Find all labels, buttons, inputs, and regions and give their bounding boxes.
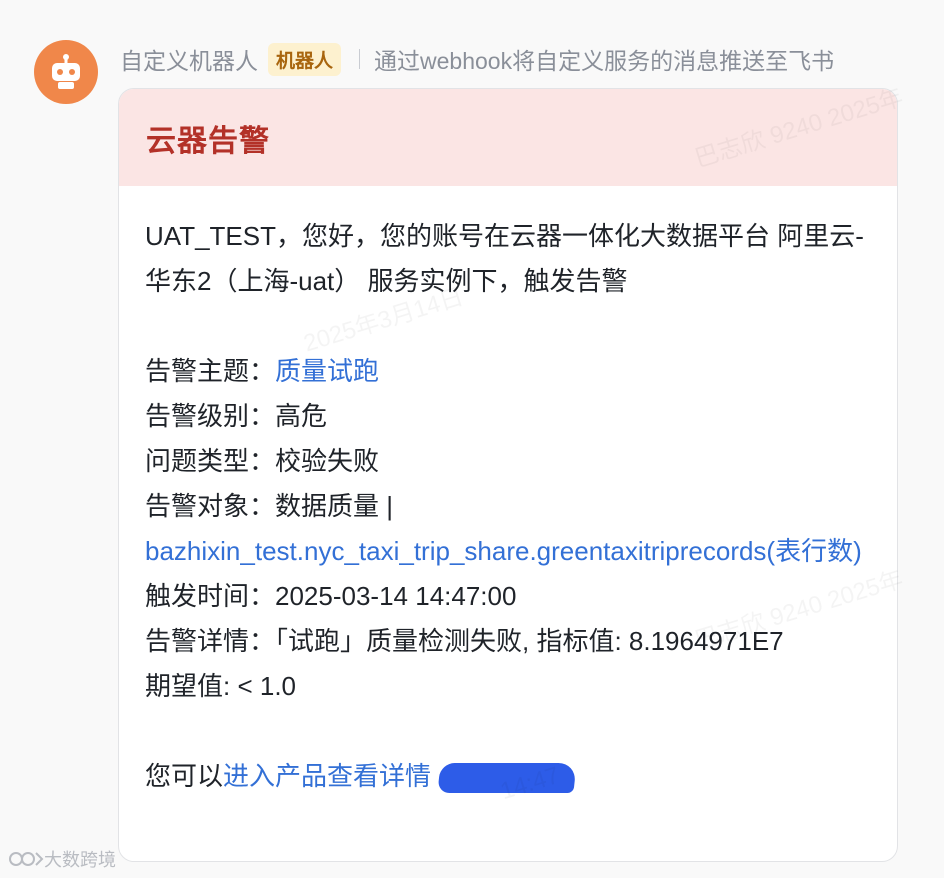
- view-details-link[interactable]: 进入产品查看详情: [223, 761, 431, 791]
- field-detail: 告警详情：「试跑」质量检测失败, 指标值: 8.1964971E7: [145, 619, 871, 664]
- field-object-link-row: bazhixin_test.nyc_taxi_trip_share.greent…: [145, 529, 871, 574]
- field-issue-type: 问题类型：校验失败: [145, 439, 871, 484]
- time-label: 触发时间：: [145, 581, 276, 611]
- corner-logo: 大数跨境: [8, 846, 116, 872]
- bot-avatar[interactable]: [34, 40, 98, 104]
- object-link[interactable]: bazhixin_test.nyc_taxi_trip_share.greent…: [145, 536, 862, 566]
- card-header: 云器告警: [119, 89, 897, 186]
- time-value: 2025-03-14 14:47:00: [275, 581, 517, 611]
- sender-description: 通过webhook将自定义服务的消息推送至飞书: [374, 48, 835, 74]
- chat-message-view: 自定义机器人 机器人 通过webhook将自定义服务的消息推送至飞书 云器告警 …: [0, 0, 944, 878]
- brand-logo-icon: [9, 852, 44, 866]
- footer-row: 您可以进入产品查看详情: [145, 754, 871, 799]
- expected-label: 期望值:: [145, 671, 231, 701]
- header-divider: [359, 49, 361, 69]
- alert-intro: UAT_TEST，您好，您的账号在云器一体化大数据平台 阿里云-华东2（上海-u…: [145, 221, 864, 296]
- robot-icon: [52, 54, 80, 89]
- card-title: 云器告警: [146, 124, 270, 158]
- alert-card: 云器告警 UAT_TEST，您好，您的账号在云器一体化大数据平台 阿里云-华东2…: [118, 88, 898, 862]
- detail-label: 告警详情：: [145, 626, 276, 656]
- object-label: 告警对象：: [145, 491, 276, 521]
- level-value: 高危: [275, 401, 328, 431]
- detail-value: 「试跑」质量检测失败, 指标值: 8.1964971E7: [275, 626, 784, 656]
- field-object: 告警对象：数据质量 |: [145, 484, 871, 529]
- issue-type-label: 问题类型：: [145, 446, 276, 476]
- sender-name[interactable]: 自定义机器人: [120, 42, 258, 76]
- message-header: 自定义机器人 机器人 通过webhook将自定义服务的消息推送至飞书: [120, 40, 834, 78]
- issue-type-value: 校验失败: [275, 446, 380, 476]
- corner-logo-text: 大数跨境: [44, 850, 116, 870]
- footer-prefix: 您可以: [145, 761, 224, 791]
- field-time: 触发时间：2025-03-14 14:47:00: [145, 574, 871, 619]
- field-expected: 期望值: < 1.0: [145, 664, 871, 709]
- redacted-mark: [437, 763, 577, 794]
- field-topic: 告警主题：质量试跑: [145, 349, 871, 394]
- topic-link[interactable]: 质量试跑: [275, 356, 379, 386]
- card-body: UAT_TEST，您好，您的账号在云器一体化大数据平台 阿里云-华东2（上海-u…: [119, 186, 897, 799]
- field-level: 告警级别：高危: [145, 394, 871, 439]
- bot-badge: 机器人: [268, 42, 342, 76]
- topic-label: 告警主题：: [145, 356, 276, 386]
- expected-value: < 1.0: [237, 671, 297, 701]
- object-prefix: 数据质量 |: [275, 491, 393, 521]
- level-label: 告警级别：: [145, 401, 276, 431]
